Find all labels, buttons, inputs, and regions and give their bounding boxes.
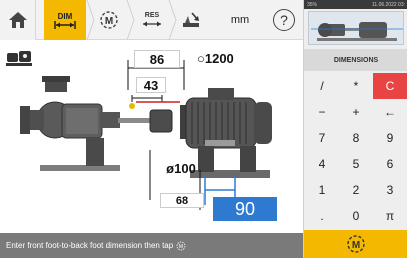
machine-thumbnail[interactable] — [308, 11, 404, 45]
key-9[interactable]: 9 — [373, 125, 407, 151]
coupling-to-front-foot-text: 43 — [143, 77, 159, 93]
results-icon — [143, 21, 161, 27]
front-foot-text: 68 — [175, 194, 189, 207]
dim-label: DIM — [57, 11, 73, 21]
dimensions-tab[interactable]: DIM — [44, 0, 86, 40]
help-button[interactable]: ? — [266, 0, 302, 40]
key-0[interactable]: 0 — [339, 203, 373, 229]
front-foot-diameter-label: ø100 — [160, 159, 202, 177]
coupling-diameter-value[interactable]: 86 — [134, 50, 180, 68]
status-bar: Enter front foot-to-back foot dimension … — [0, 233, 303, 258]
rpm-label[interactable]: ○1200 — [197, 51, 234, 66]
svg-text:M: M — [105, 16, 113, 27]
active-dimension-input[interactable]: 90 — [213, 197, 277, 221]
svg-text:M: M — [179, 244, 183, 250]
status-m-icon: M — [176, 241, 186, 250]
home-button[interactable] — [0, 0, 36, 40]
move-tab[interactable] — [174, 0, 208, 40]
key-1[interactable]: 1 — [305, 177, 339, 203]
key-decimal[interactable]: . — [305, 203, 339, 229]
unit-selector[interactable]: mm — [222, 0, 258, 40]
panel-header: DIMENSIONS — [304, 49, 407, 71]
system-status-bar: 35% 11.06.2022 03: — [304, 0, 407, 9]
key-pi[interactable]: π — [373, 203, 407, 229]
key-backspace[interactable]: ← — [373, 99, 407, 125]
rpm-value: 1200 — [204, 51, 234, 66]
alignment-app: DIM M RES mm ? 86 ○1200 43 ø100 68 90 En… — [0, 0, 407, 258]
key-4[interactable]: 4 — [305, 151, 339, 177]
help-glyph: ? — [280, 12, 288, 28]
datetime: 11.06.2022 03: — [372, 1, 405, 8]
measure-tab[interactable]: M — [92, 0, 126, 40]
measure-m-icon: M — [100, 11, 118, 29]
battery-level: 35% — [307, 1, 318, 8]
front-foot-diameter-text: ø100 — [166, 160, 196, 176]
dimensions-icon — [54, 20, 76, 29]
svg-text:M: M — [352, 240, 360, 251]
status-message: Enter front foot-to-back foot dimension … — [6, 241, 174, 250]
key-minus[interactable]: − — [305, 99, 339, 125]
key-7[interactable]: 7 — [305, 125, 339, 151]
key-clear[interactable]: C — [373, 73, 407, 99]
key-2[interactable]: 2 — [339, 177, 373, 203]
right-panel: 35% 11.06.2022 03: DIMENSIONS / * C − + ← 7 8 9 4… — [303, 0, 407, 258]
rpm-symbol: ○ — [197, 51, 205, 66]
key-plus[interactable]: + — [339, 99, 373, 125]
coupling-to-front-foot-value[interactable]: 43 — [136, 77, 166, 93]
machine-thumbnail-image — [311, 22, 403, 41]
coupling-diameter-text: 86 — [149, 51, 165, 67]
active-dimension-text: 90 — [234, 198, 256, 219]
key-divide[interactable]: / — [305, 73, 339, 99]
key-5[interactable]: 5 — [339, 151, 373, 177]
key-6[interactable]: 6 — [373, 151, 407, 177]
front-foot-value[interactable]: 68 — [160, 193, 204, 208]
res-label: RES — [144, 12, 160, 19]
unit-label: mm — [230, 14, 250, 26]
confirm-button[interactable]: M — [304, 230, 407, 258]
key-3[interactable]: 3 — [373, 177, 407, 203]
top-toolbar: DIM M RES mm ? — [0, 0, 303, 40]
move-machine-icon — [183, 12, 199, 27]
key-8[interactable]: 8 — [339, 125, 373, 151]
confirm-m-icon: M — [347, 235, 365, 253]
home-icon — [8, 12, 27, 28]
results-tab[interactable]: RES — [134, 0, 170, 40]
help-icon: ? — [273, 9, 295, 31]
key-multiply[interactable]: * — [339, 73, 373, 99]
